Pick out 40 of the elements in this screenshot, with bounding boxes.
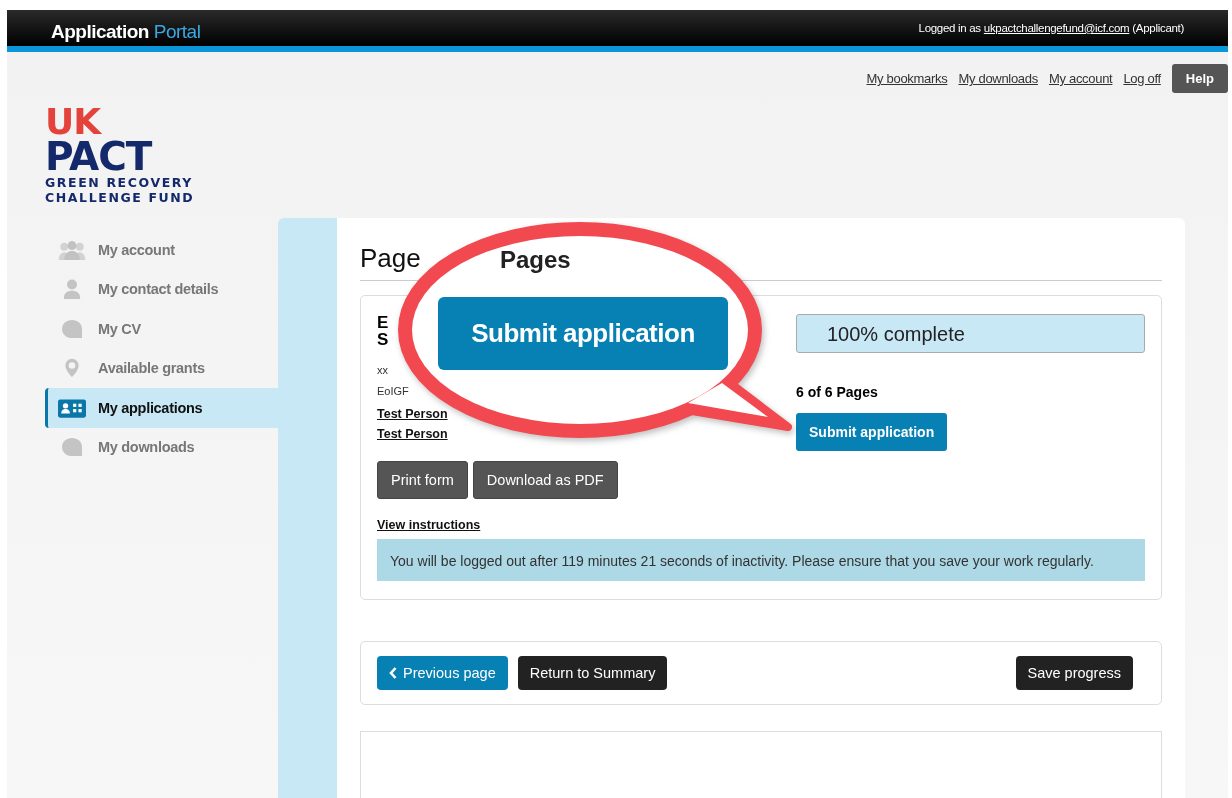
folder-icon xyxy=(58,397,86,418)
return-summary-button[interactable]: Return to Summary xyxy=(517,656,668,690)
submit-button[interactable]: Submit application xyxy=(796,413,948,451)
logo-tagline: GREEN RECOVERY xyxy=(45,175,194,190)
help-button[interactable]: Help xyxy=(1171,64,1228,93)
person-link[interactable]: Test Person xyxy=(377,407,448,421)
chevron-left-icon xyxy=(389,667,397,679)
instructions-link[interactable]: View instructions xyxy=(377,518,1145,532)
header-link[interactable]: My account xyxy=(1048,71,1113,86)
previous-page-button[interactable]: Previous page xyxy=(377,656,508,690)
sidebar-item[interactable]: My account xyxy=(45,230,278,270)
action-button[interactable]: Download as PDF xyxy=(472,461,618,499)
account-email-link[interactable]: ukpactchallengefund@icf.com xyxy=(983,22,1130,34)
sidebar-item[interactable]: My downloads xyxy=(45,427,278,467)
portal-title: Application Portal xyxy=(49,14,203,50)
sidebar-item[interactable]: My applications xyxy=(45,388,278,428)
application-title: S xyxy=(377,331,389,348)
sidebar-item[interactable]: My CV xyxy=(45,309,278,349)
logo-name: PACT xyxy=(45,139,152,175)
inactivity-alert: You will be logged out after 119 minutes 21 seconds of inactivity. Please ensure that you save your work regularly. xyxy=(377,539,1145,581)
sidebar-item[interactable]: My contact details xyxy=(45,269,278,309)
page-count: 6 of 6 Pages xyxy=(796,384,878,400)
role-label: (Applicant) xyxy=(1132,22,1184,34)
login-label: Logged in as xyxy=(918,22,981,34)
sidebar-item[interactable]: Available grants xyxy=(45,348,278,388)
header-link[interactable]: Log off xyxy=(1123,71,1161,86)
logo-tagline: CHALLENGE FUND xyxy=(45,190,196,205)
application-meta: EoIGF xyxy=(377,385,409,397)
people-icon xyxy=(58,239,86,260)
action-button[interactable]: Print form xyxy=(377,461,468,499)
logo-mark: UK xyxy=(45,105,102,139)
application-title: E xyxy=(377,314,389,331)
header-link[interactable]: My downloads xyxy=(958,71,1038,86)
application-meta: xx xyxy=(377,364,388,376)
partial-heading: Pages xyxy=(500,246,571,274)
header-link[interactable]: My bookmarks xyxy=(866,71,948,86)
callout-submit-button[interactable]: Submit application xyxy=(438,297,728,370)
progress-label: 100% complete xyxy=(826,322,966,346)
save-progress-button[interactable]: Save progress xyxy=(1015,656,1133,690)
person-link[interactable]: Test Person xyxy=(377,427,448,441)
